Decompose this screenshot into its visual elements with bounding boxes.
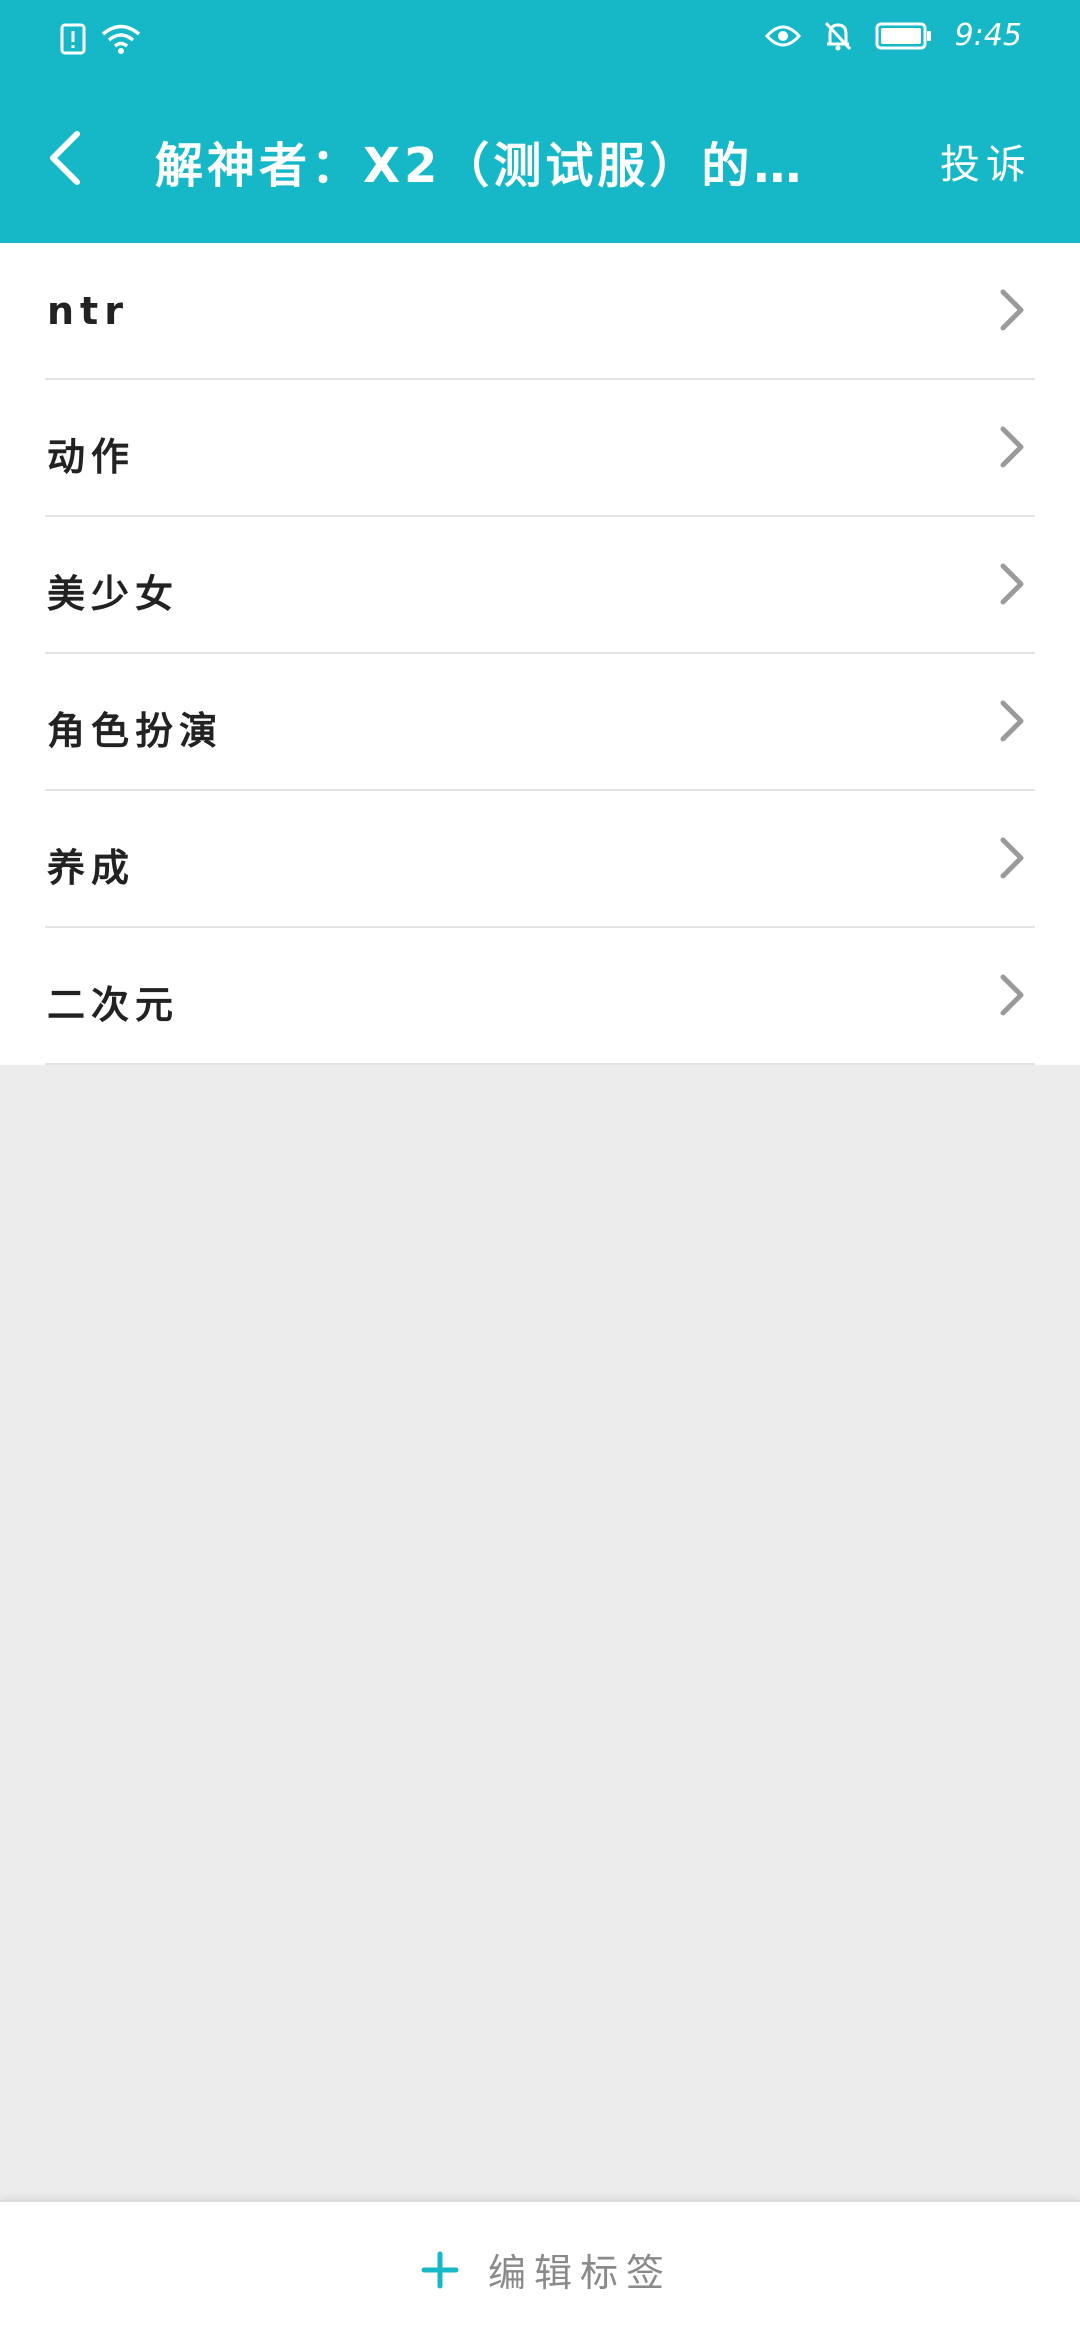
- chevron-left-icon: [50, 131, 80, 185]
- list-item-label: 养成: [47, 846, 136, 890]
- eye-icon: [764, 25, 801, 46]
- status-right: 9:45: [764, 18, 1022, 53]
- status-time: 9:45: [954, 18, 1022, 53]
- list-item-action[interactable]: 动作: [45, 380, 1035, 517]
- list-item-label: 二次元: [47, 983, 180, 1027]
- tag-list: ntr 动作 美少女 角色扮演 养成 二次元: [0, 243, 1080, 1065]
- plus-icon: [421, 2251, 459, 2288]
- report-button[interactable]: 投诉: [940, 132, 1032, 190]
- status-bar: 9:45: [0, 0, 1080, 80]
- list-item-ntr[interactable]: ntr: [45, 243, 1035, 380]
- list-item-anime[interactable]: 二次元: [45, 928, 1035, 1065]
- list-item-label: 美少女: [47, 572, 180, 616]
- sim-alert-icon: [60, 23, 86, 55]
- edit-tags-label: 编辑标签: [488, 2251, 673, 2295]
- chevron-right-icon: [1000, 563, 1024, 605]
- status-left: [60, 22, 142, 56]
- wifi-icon: [101, 24, 141, 54]
- bottom-bar: 编辑标签: [0, 2200, 1080, 2342]
- battery-icon: [875, 22, 931, 49]
- list-item-label: 角色扮演: [47, 709, 224, 753]
- edit-tags-button[interactable]: 编辑标签: [420, 2242, 672, 2297]
- app-bar: 解神者：X2（测试服）的热… 投诉: [0, 80, 1080, 243]
- chevron-right-icon: [1000, 289, 1024, 331]
- chevron-right-icon: [1000, 837, 1024, 879]
- bell-off-icon: [824, 21, 851, 50]
- chevron-right-icon: [1000, 426, 1024, 468]
- page-title: 解神者：X2（测试服）的热…: [155, 138, 845, 194]
- list-item-label: 动作: [47, 435, 136, 479]
- list-item-bishoujo[interactable]: 美少女: [45, 517, 1035, 654]
- chevron-right-icon: [1000, 974, 1024, 1016]
- list-item-roleplay[interactable]: 角色扮演: [45, 654, 1035, 791]
- list-item-label: ntr: [47, 289, 129, 333]
- back-button[interactable]: [30, 118, 100, 198]
- chevron-right-icon: [1000, 700, 1024, 742]
- list-item-raising[interactable]: 养成: [45, 791, 1035, 928]
